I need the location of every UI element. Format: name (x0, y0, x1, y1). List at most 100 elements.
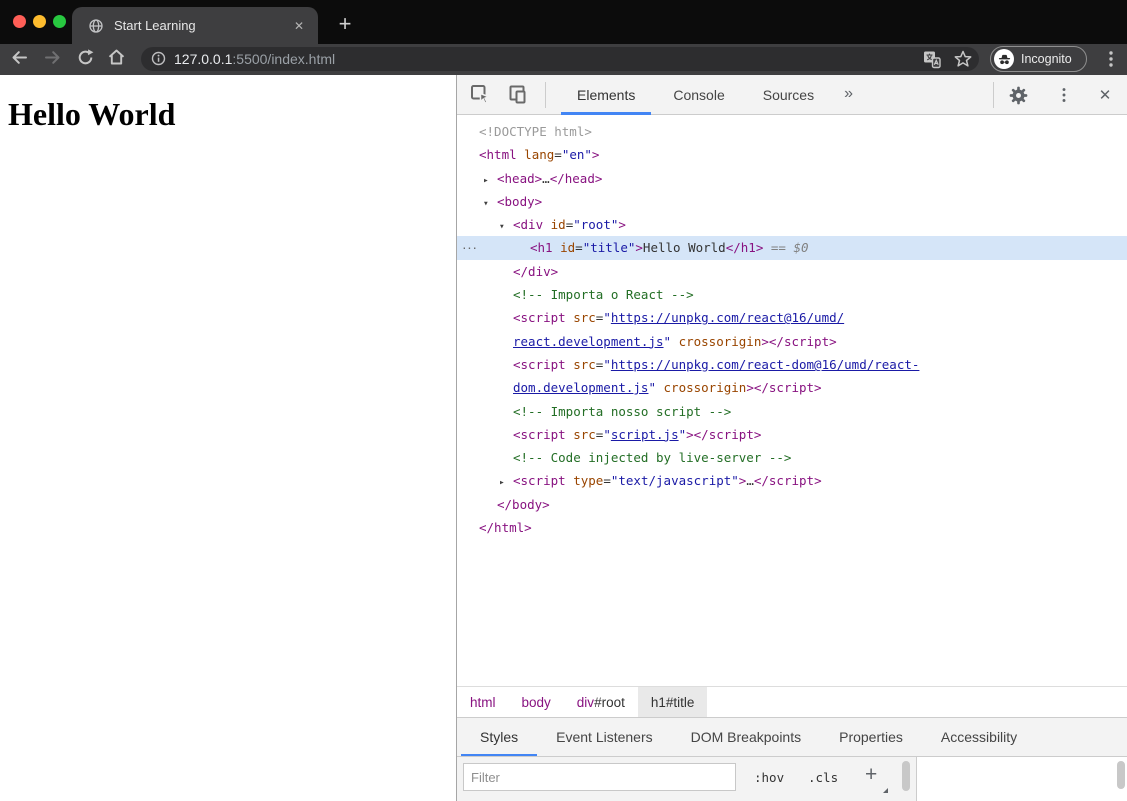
translate-icon[interactable] (922, 49, 942, 69)
settings-gear-icon[interactable] (1007, 84, 1029, 106)
styles-pane-scrollbar[interactable] (902, 761, 910, 791)
code-token (671, 334, 679, 349)
code-token: <script (513, 427, 566, 442)
code-line[interactable]: <html lang="en"> (457, 143, 1127, 166)
inspect-element-icon[interactable] (469, 83, 493, 107)
code-token: crossorigin (679, 334, 762, 349)
code-token: "root" (573, 217, 618, 232)
toolbar-divider (545, 82, 546, 108)
sidebar-tab-accessibility[interactable]: Accessibility (922, 718, 1036, 756)
breadcrumb-id: #root (594, 695, 625, 710)
styles-filter-input[interactable] (463, 763, 736, 791)
code-line[interactable]: ▾<body> (457, 190, 1127, 213)
code-token: ></script> (686, 427, 761, 442)
breadcrumb-item[interactable]: div#root (564, 687, 638, 717)
close-window-button[interactable] (13, 15, 26, 28)
code-token: </html> (479, 520, 532, 535)
code-token: crossorigin (664, 380, 747, 395)
sidebar-tab-properties[interactable]: Properties (820, 718, 922, 756)
code-token: $0 (793, 240, 808, 255)
code-line[interactable]: ▸<script type="text/javascript">…</scrip… (457, 469, 1127, 492)
url-text: 127.0.0.1:5500/index.html (174, 51, 335, 67)
code-token: <script (513, 473, 566, 488)
toolbar-divider (993, 82, 994, 108)
code-line[interactable]: <!-- Code injected by live-server --> (457, 446, 1127, 469)
more-tabs-icon[interactable]: » (836, 75, 861, 115)
code-token: lang (524, 147, 554, 162)
browser-toolbar: 127.0.0.1:5500/index.html (0, 44, 1127, 75)
browser-tab[interactable]: Start Learning ✕ (72, 7, 318, 44)
code-line[interactable]: </html> (457, 516, 1127, 539)
tab-sources[interactable]: Sources (747, 75, 830, 115)
code-line[interactable]: ▸<head>…</head> (457, 167, 1127, 190)
fullscreen-window-button[interactable] (53, 15, 66, 28)
home-icon[interactable] (106, 47, 127, 68)
code-token: </div> (513, 264, 558, 279)
code-token: <!-- Code injected by live-server --> (513, 450, 791, 465)
code-token: "en" (562, 147, 592, 162)
reload-icon[interactable] (75, 47, 96, 68)
tab-elements[interactable]: Elements (561, 75, 651, 115)
page-content: Hello World (0, 75, 456, 801)
back-icon[interactable] (9, 47, 30, 68)
code-token: > (618, 217, 626, 232)
code-token: > (592, 147, 600, 162)
new-tab-button[interactable]: + (332, 11, 358, 37)
toggle-class-button[interactable]: .cls (808, 770, 838, 785)
code-token: " (603, 427, 611, 442)
devtools-panel: ElementsConsoleSources» (456, 75, 1127, 801)
code-token: react.development.js (513, 334, 664, 349)
expand-arrow-icon[interactable]: ▸ (499, 471, 513, 494)
new-style-rule-button[interactable]: + (865, 763, 877, 787)
code-line[interactable]: dom.development.js" crossorigin></script… (457, 376, 1127, 399)
code-token (553, 240, 561, 255)
incognito-badge: Incognito (990, 46, 1087, 72)
breadcrumb-item[interactable]: body (509, 687, 564, 717)
sidebar-tab-styles[interactable]: Styles (461, 718, 537, 756)
computed-pane-scrollbar[interactable] (1117, 761, 1125, 789)
code-token: … (746, 473, 754, 488)
code-token: id (560, 240, 575, 255)
tab-close-icon[interactable]: ✕ (290, 19, 308, 33)
sidebar-tab-event-listeners[interactable]: Event Listeners (537, 718, 672, 756)
code-token: </script> (754, 473, 822, 488)
computed-pane (916, 757, 1127, 801)
address-bar[interactable]: 127.0.0.1:5500/index.html (141, 47, 979, 71)
code-line[interactable]: <!-- Importa o React --> (457, 283, 1127, 306)
devtools-close-icon[interactable]: ✕ (1094, 84, 1116, 106)
code-line[interactable]: <!DOCTYPE html> (457, 120, 1127, 143)
devtools-menu-icon[interactable] (1053, 84, 1075, 106)
sidebar-tab-dom-breakpoints[interactable]: DOM Breakpoints (672, 718, 820, 756)
minimize-window-button[interactable] (33, 15, 46, 28)
new-style-rule-expand-icon[interactable] (883, 788, 888, 793)
collapse-arrow-icon[interactable]: ▾ (483, 192, 497, 215)
code-line[interactable]: <script src="https://unpkg.com/react@16/… (457, 306, 1127, 329)
toggle-hover-state-button[interactable]: :hov (754, 770, 784, 785)
code-token: type (573, 473, 603, 488)
code-line-selected[interactable]: ···<h1 id="title">Hello World</h1> == $0 (457, 236, 1127, 259)
code-line[interactable]: </div> (457, 260, 1127, 283)
expand-arrow-icon[interactable]: ▸ (483, 169, 497, 192)
forward-icon[interactable] (42, 47, 63, 68)
breadcrumb-tag: html (470, 695, 496, 710)
line-options-dots-icon[interactable]: ··· (462, 236, 478, 259)
breadcrumb-item[interactable]: html (457, 687, 509, 717)
code-token: = (575, 240, 583, 255)
code-token: <div (513, 217, 543, 232)
code-line[interactable]: <script src="https://unpkg.com/react-dom… (457, 353, 1127, 376)
collapse-arrow-icon[interactable]: ▾ (499, 215, 513, 238)
browser-menu-icon[interactable] (1100, 48, 1122, 70)
code-token: </head> (550, 171, 603, 186)
code-line[interactable]: <script src="script.js"></script> (457, 423, 1127, 446)
page-info-icon[interactable] (151, 51, 166, 66)
globe-favicon-icon (88, 18, 104, 34)
code-line[interactable]: react.development.js" crossorigin></scri… (457, 330, 1127, 353)
device-toolbar-icon[interactable] (507, 83, 531, 107)
code-line[interactable]: <!-- Importa nosso script --> (457, 400, 1127, 423)
code-line[interactable]: ▾<div id="root"> (457, 213, 1127, 236)
code-line[interactable]: </body> (457, 493, 1127, 516)
breadcrumb-item[interactable]: h1#title (638, 687, 708, 717)
tab-console[interactable]: Console (657, 75, 740, 115)
bookmark-star-icon[interactable] (953, 49, 973, 69)
tab-title: Start Learning (114, 18, 196, 33)
